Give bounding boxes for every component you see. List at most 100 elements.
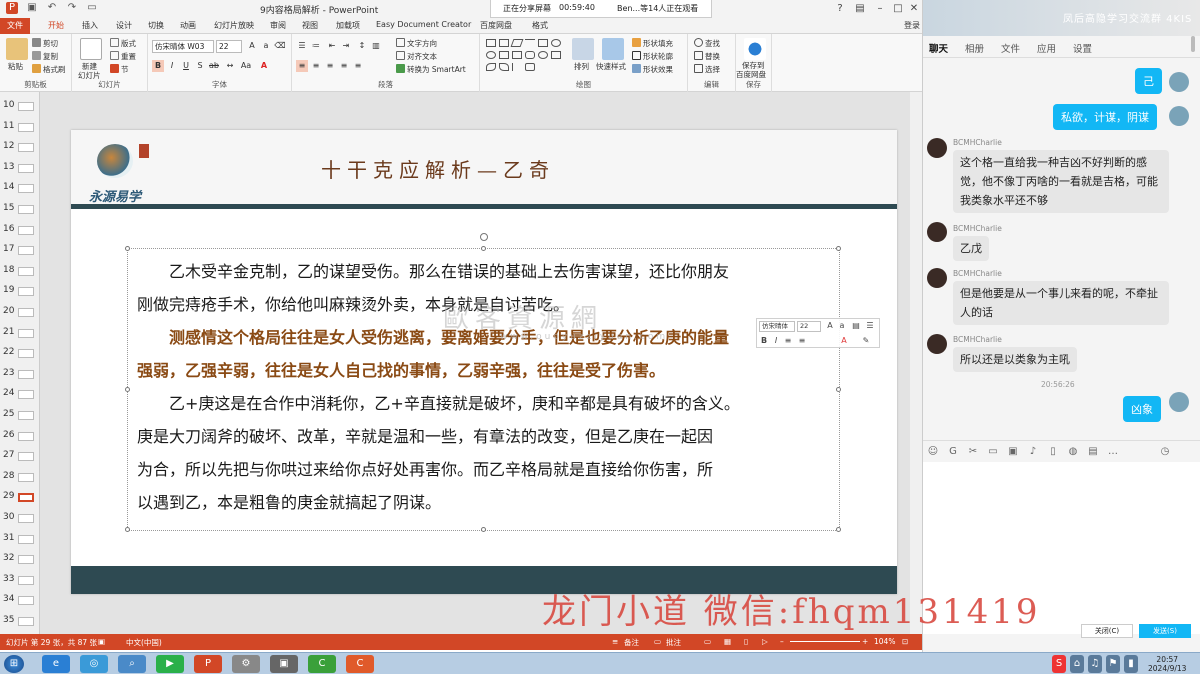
- grow-font-icon[interactable]: A: [246, 40, 258, 52]
- language-indicator[interactable]: 中文(中国): [126, 637, 162, 648]
- avatar[interactable]: [1169, 392, 1189, 412]
- sorter-view-icon[interactable]: ▦: [724, 637, 731, 646]
- avatar[interactable]: [927, 222, 947, 242]
- resize-handle[interactable]: [125, 527, 130, 532]
- mini-shrink-icon[interactable]: a: [837, 320, 847, 332]
- slide-thumbnail[interactable]: [18, 452, 34, 462]
- green-app-icon[interactable]: C: [308, 655, 336, 673]
- quick-style-button[interactable]: 快速样式: [596, 61, 626, 72]
- slide-thumbnail[interactable]: [18, 143, 34, 153]
- tab-addins[interactable]: 加载项: [336, 20, 360, 31]
- align-center-icon[interactable]: ≡: [310, 60, 322, 72]
- app-icon[interactable]: ▣: [270, 655, 298, 673]
- baidu-cloud-icon[interactable]: [744, 38, 766, 60]
- avatar[interactable]: [927, 138, 947, 158]
- minimize-icon[interactable]: –: [870, 1, 890, 17]
- history-icon[interactable]: ◷: [1159, 446, 1171, 458]
- resize-handle[interactable]: [481, 246, 486, 251]
- orange-app-icon[interactable]: C: [346, 655, 374, 673]
- shape-line2-icon[interactable]: [525, 39, 535, 47]
- slide-thumbnail[interactable]: [18, 575, 34, 585]
- select-button[interactable]: 选择: [694, 64, 720, 75]
- tab-file[interactable]: 文件: [0, 18, 30, 34]
- layout-button[interactable]: 版式: [110, 38, 136, 49]
- shape-leaf-icon[interactable]: [486, 63, 496, 71]
- slide-thumbnail[interactable]: [18, 349, 34, 359]
- ribbon-options-icon[interactable]: ▤: [850, 1, 870, 17]
- powerpoint-icon[interactable]: P: [194, 655, 222, 673]
- resize-handle[interactable]: [836, 246, 841, 251]
- copy-button[interactable]: 复制: [32, 51, 58, 62]
- shape-rect3-icon[interactable]: [538, 39, 548, 47]
- shape-outline-button[interactable]: 形状轮廓: [632, 51, 673, 62]
- tab-settings[interactable]: 设置: [1073, 41, 1092, 55]
- tab-view[interactable]: 视图: [302, 20, 318, 31]
- tray-volume-icon[interactable]: ♫: [1088, 655, 1102, 673]
- gif-icon[interactable]: G: [947, 446, 959, 458]
- clock[interactable]: 20:57 2024/9/13: [1148, 655, 1186, 673]
- baidu-icon[interactable]: ◎: [80, 655, 108, 673]
- emoji-icon[interactable]: ☺: [927, 446, 939, 458]
- replace-button[interactable]: 替换: [694, 51, 720, 62]
- zoom-out-icon[interactable]: –: [780, 637, 784, 646]
- outdent-icon[interactable]: ⇤: [326, 40, 338, 52]
- slide-thumbnail[interactable]: [18, 390, 34, 400]
- mini-color-icon[interactable]: A: [839, 335, 849, 347]
- distributed-icon[interactable]: ≡: [352, 60, 364, 72]
- slide-thumbnail[interactable]: [18, 534, 34, 544]
- slide-thumbnail[interactable]: [18, 328, 34, 338]
- mini-italic-icon[interactable]: I: [771, 335, 781, 347]
- avatar[interactable]: [927, 334, 947, 354]
- slide-thumbnail[interactable]: [18, 472, 34, 482]
- help-icon[interactable]: ?: [830, 1, 850, 17]
- slide-thumbnail[interactable]: [18, 205, 34, 214]
- search-icon[interactable]: ⌕: [118, 655, 146, 673]
- tab-slideshow[interactable]: 幻灯片放映: [214, 20, 254, 31]
- content-textbox[interactable]: 乙木受辛金克制，乙的谋望受伤。那么在错误的基础上去伤害谋望，还比你朋友 刚做完痔…: [125, 233, 841, 532]
- paste-button[interactable]: 粘贴: [8, 61, 23, 72]
- align-right-icon[interactable]: ≡: [324, 60, 336, 72]
- clear-format-icon[interactable]: ⌫: [274, 40, 286, 52]
- mini-bold-icon[interactable]: B: [759, 335, 769, 347]
- paste-icon[interactable]: [6, 38, 28, 60]
- resize-handle[interactable]: [125, 387, 130, 392]
- shape-oval-icon[interactable]: [551, 39, 561, 47]
- shape-curve-icon[interactable]: [499, 63, 509, 71]
- tab-easy-document[interactable]: Easy Document Creator: [376, 20, 471, 29]
- spacing-icon[interactable]: ↔: [224, 60, 236, 72]
- quick-style-icon[interactable]: [602, 38, 624, 60]
- tab-chat[interactable]: 聊天: [929, 41, 948, 55]
- reset-button[interactable]: 重置: [110, 51, 136, 62]
- font-color-icon[interactable]: A: [258, 60, 270, 72]
- zoom-level[interactable]: 104%: [874, 637, 895, 646]
- slide-thumbnail[interactable]: [18, 431, 34, 441]
- shape-misc-icon[interactable]: [551, 51, 561, 59]
- slide-thumbnail[interactable]: [18, 246, 34, 256]
- slide-thumbnail[interactable]: [18, 287, 34, 297]
- find-button[interactable]: 查找: [694, 38, 720, 49]
- browser-icon[interactable]: e: [42, 655, 70, 673]
- resize-handle[interactable]: [125, 246, 130, 251]
- comments-icon[interactable]: ▭: [654, 637, 661, 646]
- slide-thumbnail[interactable]: [18, 308, 34, 317]
- file-icon[interactable]: ▭: [987, 446, 999, 458]
- shape-rect-icon[interactable]: [486, 39, 496, 47]
- mini-font-combo[interactable]: 仿宋晴体: [759, 321, 795, 332]
- slide-thumbnail[interactable]: [18, 266, 34, 276]
- tab-baidu[interactable]: 百度网盘: [480, 20, 512, 31]
- arrange-icon[interactable]: [572, 38, 594, 60]
- align-left-icon[interactable]: ≡: [296, 60, 308, 72]
- tab-apps[interactable]: 应用: [1037, 41, 1056, 55]
- zoom-slider[interactable]: [790, 641, 860, 642]
- slide-thumbnail[interactable]: [18, 493, 34, 503]
- media-icon[interactable]: ▶: [156, 655, 184, 673]
- format-painter-button[interactable]: 格式刷: [32, 64, 66, 75]
- shape-box-icon[interactable]: [499, 51, 509, 59]
- normal-view-icon[interactable]: ▭: [704, 637, 711, 646]
- save-icon[interactable]: ▣: [26, 2, 38, 14]
- tool-icon[interactable]: ⚙: [232, 655, 260, 673]
- mini-center-icon[interactable]: ≡: [797, 335, 807, 347]
- mini-list-icon[interactable]: ☰: [865, 320, 875, 332]
- section-button[interactable]: 节: [110, 64, 129, 75]
- mini-toolbar[interactable]: 仿宋晴体 22 A a ▤ ☰ B I ≡ ≡ A ✎: [756, 318, 880, 348]
